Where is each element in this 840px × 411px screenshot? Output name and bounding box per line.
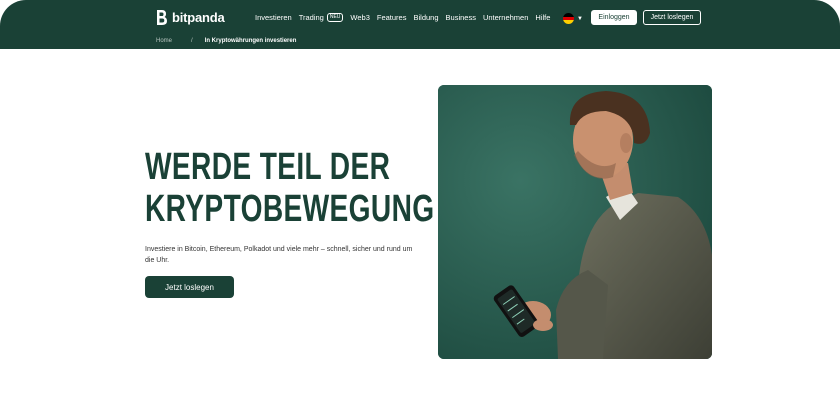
nav-item-trading[interactable]: Trading NEU [299, 13, 344, 22]
nav-label: Hilfe [535, 13, 551, 22]
nav-label: Bildung [413, 13, 439, 22]
nav-item-bildung[interactable]: Bildung [413, 13, 438, 22]
breadcrumb-current: In Kryptowährungen investieren [204, 38, 297, 44]
hero-image [438, 85, 712, 359]
man-with-phone-photo [438, 85, 712, 359]
chevron-down-icon: ▼ [577, 15, 583, 22]
nav-label: Business [445, 13, 476, 22]
nav-item-investieren[interactable]: Investieren [255, 13, 292, 22]
nav-label: Features [376, 13, 407, 22]
nav-item-unternehmen[interactable]: Unternehmen [483, 13, 528, 22]
bitpanda-logo-icon [157, 10, 167, 25]
nav-label: Investieren [255, 13, 292, 22]
brand-name: bitpanda [172, 10, 225, 25]
hero-subtitle: Investiere in Bitcoin, Ethereum, Polkado… [145, 246, 413, 264]
nav-item-features[interactable]: Features [377, 13, 407, 22]
get-started-button[interactable]: Jetzt loslegen [643, 10, 701, 25]
language-selector[interactable]: ▼ [563, 13, 583, 24]
breadcrumb-home[interactable]: Home [156, 38, 172, 44]
nav-label: Web3 [350, 13, 370, 22]
new-badge: NEU [326, 13, 344, 22]
nav-label: Trading [298, 13, 324, 22]
page-title: WERDE TEIL DER KRYPTOBEWEGUNG [145, 146, 435, 230]
breadcrumb-separator: / [191, 38, 193, 44]
breadcrumb: Home / In Kryptowährungen investieren [156, 38, 296, 44]
german-flag-icon [563, 13, 574, 24]
site-header: bitpanda Investieren Trading NEU Web3 Fea… [0, 0, 840, 49]
title-line-1: WERDE TEIL DER [145, 146, 391, 188]
nav-item-hilfe[interactable]: Hilfe [535, 13, 550, 22]
nav-item-business[interactable]: Business [446, 13, 476, 22]
main-nav: Investieren Trading NEU Web3 Features Bil… [255, 13, 557, 22]
nav-item-web3[interactable]: Web3 [350, 13, 369, 22]
hero-cta-button[interactable]: Jetzt loslegen [145, 276, 234, 298]
login-button[interactable]: Einloggen [591, 10, 637, 25]
nav-label: Unternehmen [482, 13, 529, 22]
bitpanda-logo[interactable]: bitpanda [156, 10, 225, 25]
title-line-2: KRYPTOBEWEGUNG [145, 188, 435, 230]
